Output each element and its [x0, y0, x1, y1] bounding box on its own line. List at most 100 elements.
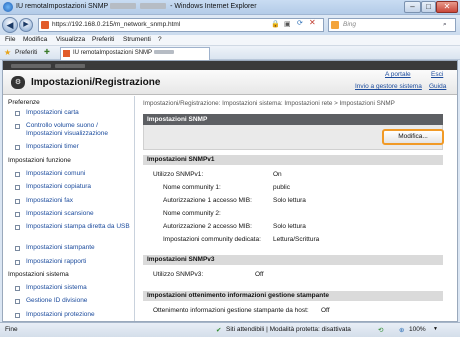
sidebar-item-security[interactable]: Impostazioni protezione — [15, 311, 131, 319]
sidebar-heading-preferences: Preferenze — [8, 99, 40, 106]
snmpv1-use-label: Utilizzo SNMPv1: — [153, 171, 204, 178]
logout-link[interactable]: Esci — [431, 71, 443, 78]
lock-icon[interactable]: 🔒 — [271, 20, 280, 28]
url-field[interactable]: https://192.168.0.215/m_network_snmp.htm… — [38, 18, 324, 32]
address-bar-row: ◀ ▶ https://192.168.0.215/m_network_snmp… — [0, 15, 460, 35]
bullet-icon — [15, 260, 20, 265]
sidebar-item-scan[interactable]: Impostazioni scansione — [15, 210, 131, 218]
protected-mode-icon[interactable]: ⟲ — [378, 326, 383, 334]
bullet-icon — [15, 225, 20, 230]
printer-info-label: Ottenimento informazioni gestione stampa… — [153, 307, 309, 314]
redacted-text — [65, 64, 85, 69]
page-title: Impostazioni/Registrazione — [31, 77, 161, 88]
sidebar-item-copy[interactable]: Impostazioni copiatura — [15, 183, 131, 191]
snmpv3-use-value: Off — [255, 271, 264, 278]
forward-button[interactable]: ▶ — [19, 18, 33, 32]
menu-edit[interactable]: Modifica — [23, 36, 47, 43]
star-icon: ★ — [4, 48, 12, 57]
add-favorite-icon[interactable]: ✚ — [44, 48, 50, 56]
window-title: IU remotaImpostazioni SNMP - Windows Int… — [16, 3, 257, 10]
menu-view[interactable]: Visualizza — [56, 36, 85, 43]
snmpv1-heading: Impostazioni SNMPv1 — [143, 155, 443, 165]
status-text: Fine — [5, 326, 18, 333]
back-button[interactable]: ◀ — [2, 17, 18, 33]
bullet-icon — [15, 145, 20, 150]
bullet-icon — [15, 246, 20, 251]
mib-access2-value: Solo lettura — [273, 223, 306, 230]
search-placeholder: Bing — [343, 21, 357, 28]
forward-arrow-icon: ▶ — [23, 21, 29, 28]
web-page: ⚙ Impostazioni/Registrazione A portale E… — [2, 60, 458, 322]
printer-info-heading: Impostazioni ottenimento informazioni ge… — [143, 291, 443, 301]
sidebar-item-label: Controllo volume suono / Impostazioni vi… — [26, 122, 109, 137]
ie-logo-icon — [3, 2, 13, 12]
search-icon[interactable]: ⌕ — [443, 19, 447, 31]
page-favicon-icon — [41, 21, 49, 29]
zoom-level[interactable]: 100% — [409, 326, 426, 333]
menu-favorites[interactable]: Preferiti — [92, 36, 114, 43]
sidebar-item-label: Impostazioni stampante — [26, 244, 95, 251]
menu-tools[interactable]: Strumenti — [123, 36, 151, 43]
bullet-icon — [15, 111, 20, 116]
window-title-prefix: IU remotaImpostazioni SNMP — [16, 3, 109, 10]
security-zone-text[interactable]: Siti attendibili | Modalità protetta: di… — [226, 326, 351, 333]
sidebar-item-system[interactable]: Impostazioni sistema — [15, 284, 131, 292]
refresh-icon[interactable]: ⟳ — [297, 19, 303, 27]
bing-logo-icon — [331, 21, 339, 29]
edit-panel: Modifica... — [143, 125, 444, 150]
favorites-button[interactable]: Preferiti — [15, 49, 37, 56]
settings-app-icon: ⚙ — [11, 76, 25, 89]
snmpv1-use-value: On — [273, 171, 282, 178]
sidebar-item-reports[interactable]: Impostazioni rapporti — [15, 258, 131, 266]
dedicated-community-label: Impostazioni community dedicata: — [163, 236, 261, 243]
sidebar-item-fax[interactable]: Impostazioni fax — [15, 197, 131, 205]
sidebar-item-volume-display[interactable]: Controllo volume suono / Impostazioni vi… — [15, 122, 131, 138]
favorites-bar: ★ Preferiti ✚ IU remotaImpostazioni SNMP — [0, 46, 460, 60]
bullet-icon — [15, 172, 20, 177]
browser-tab[interactable]: IU remotaImpostazioni SNMP — [60, 47, 210, 60]
mib-access1-value: Solo lettura — [273, 197, 306, 204]
mib-access2-label: Autorizzazione 2 accesso MIB: — [163, 223, 252, 230]
stop-icon[interactable]: ✕ — [309, 18, 316, 27]
close-button[interactable]: ✕ — [436, 1, 458, 13]
zoom-dropdown-icon[interactable]: ▼ — [433, 326, 438, 332]
sidebar-heading-system: Impostazioni sistema — [8, 271, 69, 278]
community1-name-label: Nome community 1: — [163, 184, 221, 191]
bullet-icon — [15, 124, 20, 129]
guide-link[interactable]: Guida — [429, 83, 446, 90]
window-title-suffix: - Windows Internet Explorer — [170, 3, 257, 10]
window-title-bar: IU remotaImpostazioni SNMP - Windows Int… — [0, 0, 460, 15]
sidebar-item-usb-print[interactable]: Impostazioni stampa diretta da USB — [15, 223, 131, 231]
send-admin-link[interactable]: Invio a gestore sistema — [355, 83, 422, 90]
sidebar-heading-functions: Impostazioni funzione — [8, 157, 71, 164]
portal-link[interactable]: A portale — [385, 71, 411, 78]
main-content: Impostazioni/Registrazione: Impostazioni… — [136, 96, 457, 321]
check-icon: ✔ — [216, 327, 222, 334]
edit-button[interactable]: Modifica... — [382, 129, 444, 145]
bullet-icon — [15, 199, 20, 204]
redacted-text — [140, 3, 167, 10]
search-input[interactable]: Bing ⌕ — [328, 18, 456, 32]
sidebar-item-label: Impostazioni timer — [26, 143, 79, 150]
menu-file[interactable]: File — [5, 36, 15, 43]
maximize-button[interactable]: □ — [421, 1, 436, 13]
sidebar: Preferenze Impostazioni carta Controllo … — [3, 96, 135, 321]
sidebar-item-label: Impostazioni fax — [26, 197, 73, 204]
mib-access1-label: Autorizzazione 1 accesso MIB: — [163, 197, 252, 204]
minimize-button[interactable]: – — [404, 1, 421, 13]
printer-info-value: Off — [321, 307, 330, 314]
sidebar-item-division-id[interactable]: Gestione ID divisione — [15, 297, 131, 305]
sidebar-item-label: Impostazioni stampa diretta da USB — [26, 223, 130, 230]
app-header: ⚙ Impostazioni/Registrazione A portale E… — [3, 70, 457, 95]
sidebar-item-paper-settings[interactable]: Impostazioni carta — [15, 109, 131, 117]
community1-name-value: public — [273, 184, 290, 191]
sidebar-item-printer[interactable]: Impostazioni stampante — [15, 244, 131, 252]
menu-help[interactable]: ? — [158, 36, 162, 43]
redacted-text — [154, 50, 175, 55]
certificate-icon[interactable]: ▣ — [284, 20, 291, 28]
sidebar-item-common[interactable]: Impostazioni comuni — [15, 170, 131, 178]
sidebar-item-timer-settings[interactable]: Impostazioni timer — [15, 143, 131, 151]
bullet-icon — [15, 299, 20, 304]
tab-favicon-icon — [63, 50, 70, 57]
bullet-icon — [15, 185, 20, 190]
